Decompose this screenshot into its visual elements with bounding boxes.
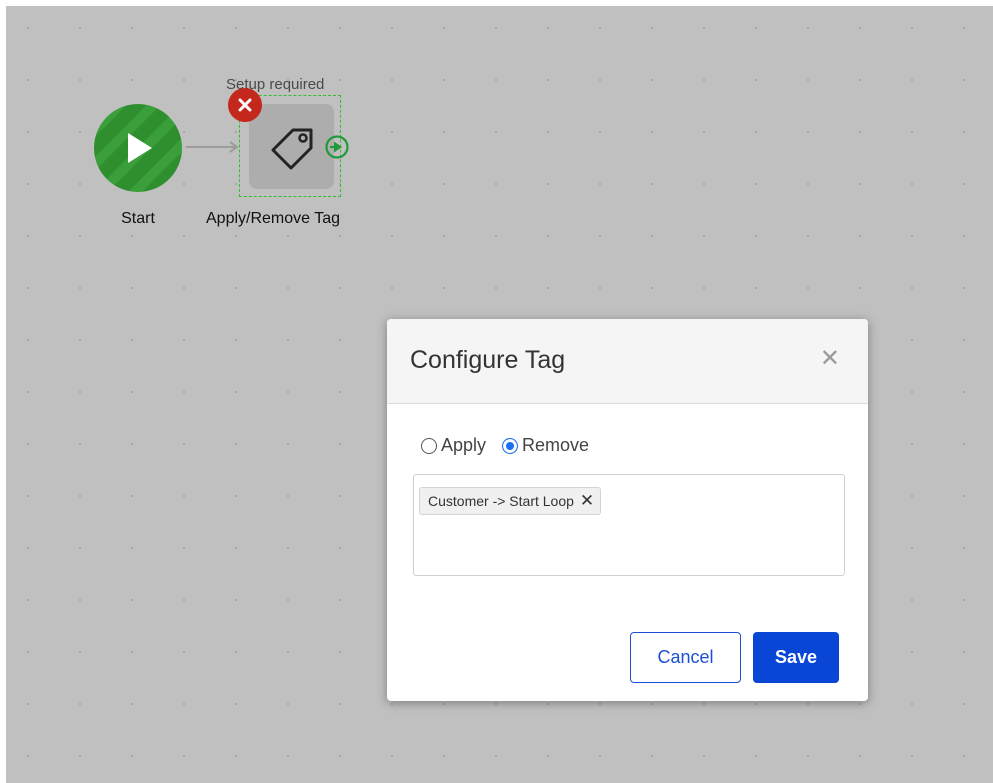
remove-radio-option[interactable]: Remove [502, 435, 589, 456]
tag-select-input[interactable]: Customer -> Start Loop ✕ [413, 474, 845, 576]
cancel-button[interactable]: Cancel [630, 632, 741, 683]
apply-radio-option[interactable]: Apply [421, 435, 486, 456]
dialog-title: Configure Tag [410, 346, 566, 374]
selected-tag-chip: Customer -> Start Loop ✕ [419, 487, 602, 515]
apply-radio-label: Apply [441, 435, 487, 455]
configure-tag-dialog: Configure Tag ✕ Apply Remove Customer ->… [387, 319, 868, 701]
tag-node-label: Apply/Remove Tag [206, 210, 340, 227]
remove-node-button[interactable] [228, 88, 262, 122]
start-node[interactable] [94, 104, 182, 192]
close-icon [238, 98, 252, 112]
dialog-header: Configure Tag ✕ [387, 319, 868, 404]
connector-arrow [186, 141, 239, 153]
save-button[interactable]: Save [753, 632, 839, 683]
remove-radio-label: Remove [522, 435, 590, 455]
remove-radio[interactable] [502, 437, 519, 454]
apply-radio[interactable] [421, 437, 437, 454]
action-radio-group: Apply Remove [421, 435, 605, 456]
workflow-canvas[interactable]: Start Setup required Apply/Remove Tag Co… [6, 6, 993, 783]
start-node-label: Start [121, 210, 155, 227]
arrow-right-circle-icon[interactable] [324, 134, 350, 160]
remove-tag-icon[interactable]: ✕ [580, 491, 594, 511]
tag-chip-label: Customer -> Start Loop [428, 493, 574, 509]
play-icon [128, 133, 152, 163]
close-icon[interactable]: ✕ [820, 347, 840, 371]
tag-icon [271, 128, 312, 169]
apply-remove-tag-node[interactable] [249, 104, 334, 189]
